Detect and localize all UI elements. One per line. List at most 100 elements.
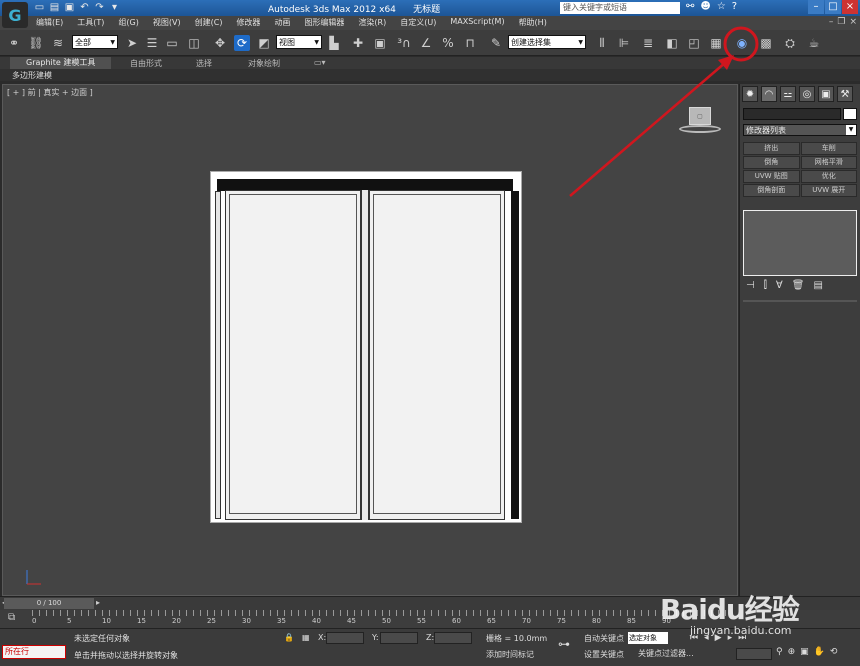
menu-item-8[interactable]: 渲染(R) xyxy=(358,17,386,28)
snaps-toggle-icon[interactable]: ³∩ xyxy=(396,35,412,51)
z-coordinate-field[interactable] xyxy=(434,632,472,644)
open-file-icon[interactable]: ▤ xyxy=(49,2,60,13)
viewport-label[interactable]: [ + ] 前 | 真实 + 边面 ] xyxy=(7,87,93,98)
remove-modifier-icon[interactable]: 🗑 xyxy=(792,280,805,291)
make-unique-icon[interactable]: ∀ xyxy=(776,280,783,291)
scale-icon[interactable]: ◩ xyxy=(256,35,272,51)
menu-item-9[interactable]: 自定义(U) xyxy=(400,17,436,28)
y-coordinate-field[interactable] xyxy=(380,632,418,644)
tab-selection[interactable]: 选择 xyxy=(196,58,212,69)
object-color-swatch[interactable] xyxy=(843,108,857,120)
save-icon[interactable]: ▣ xyxy=(64,2,75,13)
modify-tab-icon[interactable]: ◠ xyxy=(761,86,777,102)
menu-item-7[interactable]: 图形编辑器 xyxy=(304,17,344,28)
angle-snap-icon[interactable]: ∠ xyxy=(418,35,434,51)
object-name-field[interactable] xyxy=(743,108,841,120)
key-icon[interactable]: ⊶ xyxy=(558,637,570,651)
menu-item-6[interactable]: 动画 xyxy=(274,17,290,28)
layer-manager-icon[interactable]: ≣ xyxy=(640,35,656,51)
create-tab-icon[interactable]: ✹ xyxy=(742,86,758,102)
binoculars-icon[interactable]: ⚯ xyxy=(686,1,694,12)
zoom-all-icon[interactable]: ⊕ xyxy=(788,647,796,657)
curve-editor-icon[interactable]: ◰ xyxy=(686,35,702,51)
window-crossing-icon[interactable]: ◫ xyxy=(186,35,202,51)
front-viewport[interactable]: [ + ] 前 | 真实 + 边面 ] ▢ xyxy=(2,84,738,596)
menu-item-10[interactable]: MAXScript(M) xyxy=(450,17,504,28)
current-frame-field[interactable] xyxy=(736,648,772,660)
modifier-stack[interactable] xyxy=(743,210,857,276)
menu-item-2[interactable]: 组(G) xyxy=(118,17,138,28)
undo-icon[interactable]: ↶ xyxy=(79,2,90,13)
lock-selection-icon[interactable]: 🔒 xyxy=(284,633,294,642)
auto-key-button[interactable]: 自动关键点 xyxy=(584,633,624,644)
configure-modifiers-icon[interactable]: ▤ xyxy=(813,280,822,291)
link-icon[interactable]: ⚭ xyxy=(6,35,22,51)
reference-coordinate-dropdown[interactable]: 视图 xyxy=(276,35,322,50)
absolute-mode-icon[interactable]: ▦ xyxy=(302,633,310,642)
rect-selection-icon[interactable]: ▭ xyxy=(164,35,180,51)
unlink-icon[interactable]: ⛓ xyxy=(28,35,44,51)
doc-minimize-icon[interactable]: – xyxy=(829,17,834,27)
next-frame-icon[interactable]: ▸ xyxy=(96,598,100,607)
display-tab-icon[interactable]: ▣ xyxy=(818,86,834,102)
pivot-center-icon[interactable]: ▙ xyxy=(326,35,342,51)
doc-close-icon[interactable]: × xyxy=(849,17,857,27)
render-production-icon[interactable]: ☕ xyxy=(806,35,822,51)
doc-restore-icon[interactable]: ❐ xyxy=(837,17,845,27)
new-file-icon[interactable]: ▭ xyxy=(34,2,45,13)
time-slider-handle[interactable]: 0 / 100 xyxy=(4,598,94,609)
show-end-result-icon[interactable]: ⫿ xyxy=(764,280,767,291)
app-logo-icon[interactable]: G xyxy=(2,2,28,28)
menu-item-0[interactable]: 编辑(E) xyxy=(36,17,63,28)
modifier-button-3[interactable]: 网格平滑 xyxy=(800,156,857,169)
zoom-extents-icon[interactable]: ▣ xyxy=(800,647,809,657)
material-editor-icon[interactable]: ◉ xyxy=(734,35,750,51)
pan-icon[interactable]: ✋ xyxy=(814,647,825,657)
edit-named-selection-icon[interactable]: ✎ xyxy=(488,35,504,51)
rendered-frame-window-icon[interactable]: ⛭ xyxy=(782,35,798,51)
ribbon-options-icon[interactable]: ▭▾ xyxy=(314,58,326,67)
tab-object-paint[interactable]: 对象绘制 xyxy=(248,58,280,69)
menu-item-11[interactable]: 帮助(H) xyxy=(519,17,547,28)
modifier-button-6[interactable]: 倒角剖面 xyxy=(743,184,800,197)
named-selection-set-dropdown[interactable]: 创建选择集 xyxy=(508,35,586,50)
render-setup-icon[interactable]: ▩ xyxy=(758,35,774,51)
mirror-icon[interactable]: ⫴ xyxy=(594,35,610,51)
modifier-button-0[interactable]: 挤出 xyxy=(743,142,800,155)
rotate-icon[interactable]: ⟳ xyxy=(234,35,250,51)
modifier-button-7[interactable]: UVW 展开 xyxy=(800,184,857,197)
menu-item-3[interactable]: 视图(V) xyxy=(153,17,181,28)
spinner-snap-icon[interactable]: ⊓ xyxy=(462,35,478,51)
tab-graphite-modeling[interactable]: Graphite 建模工具 xyxy=(10,57,112,69)
modifier-button-5[interactable]: 优化 xyxy=(800,170,857,183)
set-key-button[interactable]: 设置关键点 xyxy=(584,649,624,660)
star-icon[interactable]: ☆ xyxy=(717,1,726,12)
motion-tab-icon[interactable]: ◎ xyxy=(799,86,815,102)
bind-space-warp-icon[interactable]: ≋ xyxy=(50,35,66,51)
menu-item-5[interactable]: 修改器 xyxy=(236,17,260,28)
percent-snap-icon[interactable]: % xyxy=(440,35,456,51)
minimize-icon[interactable]: – xyxy=(808,0,824,14)
maximize-icon[interactable]: □ xyxy=(825,0,841,14)
viewcube-ring[interactable] xyxy=(679,125,721,133)
modifier-button-4[interactable]: UVW 贴图 xyxy=(743,170,800,183)
modifier-list-dropdown[interactable]: 修改器列表 xyxy=(743,124,857,136)
keyboard-shortcut-icon[interactable]: ▣ xyxy=(372,35,388,51)
polygon-modeling-label[interactable]: 多边形建模 xyxy=(12,70,52,81)
selection-filter-dropdown[interactable]: 全部 xyxy=(72,35,118,50)
key-filters-button[interactable]: 关键点过滤器... xyxy=(638,648,694,659)
help-icon[interactable]: ? xyxy=(732,1,737,12)
modifier-button-1[interactable]: 车削 xyxy=(800,142,857,155)
mini-curve-editor-icon[interactable]: ⧉ xyxy=(8,612,15,623)
x-coordinate-field[interactable] xyxy=(326,632,364,644)
pin-stack-icon[interactable]: ⊣ xyxy=(746,280,755,291)
graphite-toggle-icon[interactable]: ◧ xyxy=(664,35,680,51)
menu-item-4[interactable]: 创建(C) xyxy=(195,17,223,28)
align-icon[interactable]: ⊫ xyxy=(616,35,632,51)
schematic-view-icon[interactable]: ▦ xyxy=(708,35,724,51)
select-by-name-icon[interactable]: ☰ xyxy=(144,35,160,51)
wardrobe-model[interactable] xyxy=(210,171,522,523)
search-input[interactable]: 键入关键字或短语 xyxy=(560,2,680,14)
zoom-icon[interactable]: ⚲ xyxy=(776,647,783,657)
add-time-tag-button[interactable]: 添加时间标记 xyxy=(486,649,534,660)
